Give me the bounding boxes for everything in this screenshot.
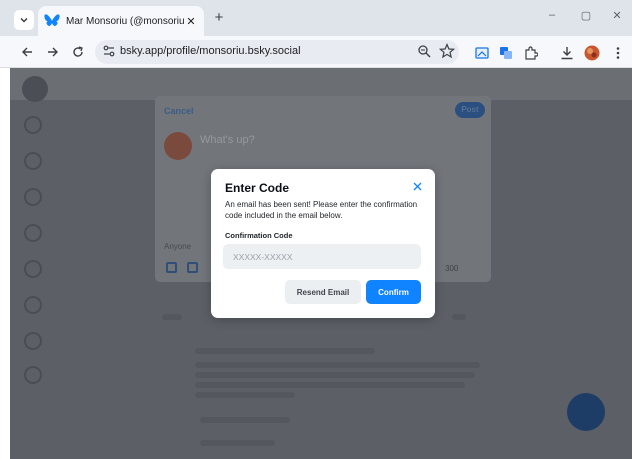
feed-text <box>195 362 480 368</box>
feed-tab <box>452 314 466 320</box>
resend-email-button[interactable]: Resend Email <box>285 280 361 304</box>
extensions-icon[interactable] <box>523 45 539 61</box>
composer-post: Post <box>455 102 485 118</box>
home-icon <box>24 116 42 134</box>
tab-close-icon[interactable]: ✕ <box>184 15 198 28</box>
feed-text <box>195 372 475 378</box>
close-window-button[interactable]: ✕ <box>609 9 625 22</box>
tab-strip: Mar Monsoriu (@monsoriu.bsk ✕ + – ▢ ✕ <box>0 0 632 36</box>
composer-placeholder: What's up? <box>200 134 255 146</box>
download-icon[interactable] <box>559 45 575 61</box>
chat-icon <box>24 224 42 242</box>
feed-text <box>195 348 375 354</box>
translate-icon[interactable] <box>498 45 514 61</box>
video-icon <box>187 262 198 273</box>
new-tab-button[interactable]: + <box>211 10 227 26</box>
notifications-icon <box>24 188 42 206</box>
reload-icon[interactable] <box>67 41 89 63</box>
enter-code-dialog: Enter Code An email has been sent! Pleas… <box>211 169 435 318</box>
image-icon <box>166 262 177 273</box>
lists-icon <box>24 296 42 314</box>
browser-toolbar: bsky.app/profile/monsoriu.bsky.social <box>0 36 632 68</box>
tab-search-icon[interactable] <box>14 10 34 30</box>
profile-avatar[interactable] <box>584 45 600 61</box>
dialog-title: Enter Code <box>225 181 290 195</box>
screen-cast-icon[interactable] <box>474 45 490 61</box>
more-icon[interactable] <box>610 45 626 61</box>
composer-avatar <box>164 132 192 160</box>
char-count: 300 <box>445 264 459 273</box>
confirmation-code-input[interactable] <box>223 244 421 269</box>
url-text: bsky.app/profile/monsoriu.bsky.social <box>120 45 301 57</box>
feeds-icon <box>24 260 42 278</box>
user-avatar <box>22 76 48 102</box>
feed-text <box>200 440 275 446</box>
star-icon[interactable] <box>439 43 455 59</box>
search-icon <box>24 152 42 170</box>
close-icon[interactable] <box>410 179 424 193</box>
feed-text <box>195 392 295 398</box>
zoom-icon[interactable] <box>417 44 431 58</box>
dialog-description: An email has been sent! Please enter the… <box>225 200 418 220</box>
feed-text <box>195 382 465 388</box>
bluesky-favicon <box>44 14 60 26</box>
address-bar[interactable]: bsky.app/profile/monsoriu.bsky.social <box>95 40 459 64</box>
settings-icon <box>24 366 42 384</box>
forward-icon[interactable] <box>42 41 64 63</box>
composer-audience: Anyone <box>164 242 192 251</box>
profile-icon <box>24 332 42 350</box>
confirmation-code-label: Confirmation Code <box>225 231 293 240</box>
confirm-button[interactable]: Confirm <box>366 280 421 304</box>
tab-title: Mar Monsoriu (@monsoriu.bsk <box>66 15 184 27</box>
feed-text <box>200 417 290 423</box>
site-info-icon[interactable] <box>103 44 115 58</box>
maximize-button[interactable]: ▢ <box>578 9 594 22</box>
minimize-button[interactable]: – <box>544 9 560 21</box>
compose-fab <box>567 393 605 431</box>
back-icon[interactable] <box>16 41 38 63</box>
browser-window: Mar Monsoriu (@monsoriu.bsk ✕ + – ▢ ✕ bs… <box>0 0 632 459</box>
browser-tab[interactable]: Mar Monsoriu (@monsoriu.bsk ✕ <box>38 6 204 36</box>
feed-tab <box>162 314 182 320</box>
composer-cancel: Cancel <box>164 106 194 116</box>
